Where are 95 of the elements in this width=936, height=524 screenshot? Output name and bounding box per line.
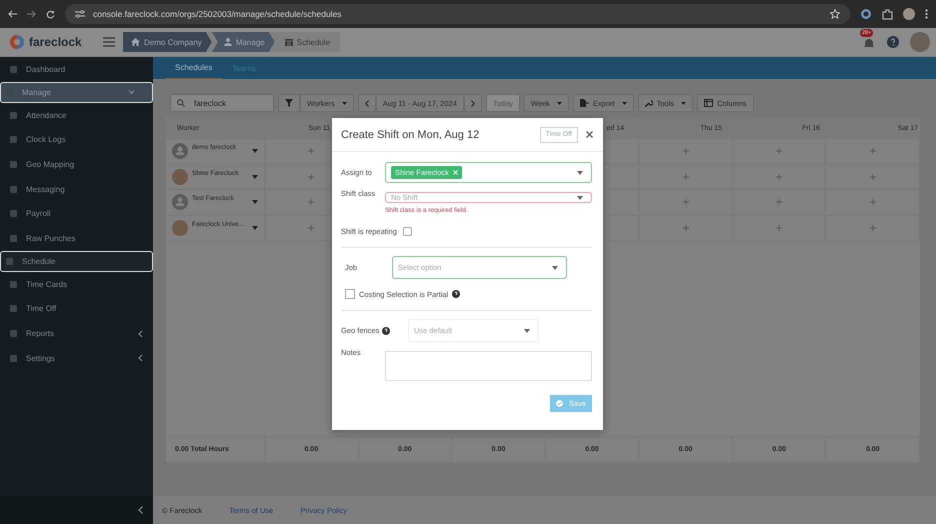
- square-icon: [10, 210, 17, 218]
- logo-icon: [9, 34, 25, 50]
- caret-icon[interactable]: [252, 226, 258, 230]
- add-icon[interactable]: [682, 174, 689, 180]
- sidebar-item[interactable]: Payroll: [0, 201, 153, 226]
- search-icon: [177, 99, 185, 107]
- help-icon[interactable]: [452, 290, 460, 298]
- chevron-left-icon: [364, 100, 369, 106]
- profile-avatar[interactable]: [903, 8, 915, 20]
- previous-week-button[interactable]: [358, 94, 376, 112]
- reload-icon[interactable]: [46, 10, 55, 18]
- notes-field[interactable]: [385, 351, 592, 381]
- avatar[interactable]: [910, 32, 930, 52]
- help-icon[interactable]: [382, 326, 390, 334]
- caret-icon: [681, 102, 686, 104]
- caret-icon: [622, 102, 627, 104]
- sidebar-item[interactable]: Attendance: [0, 102, 153, 128]
- filter-icon: [285, 99, 293, 107]
- chevron-right-icon: [470, 100, 475, 106]
- search-field[interactable]: fareclock: [170, 94, 274, 112]
- sidebar-item[interactable]: Messaging: [0, 176, 153, 202]
- sidebar-item[interactable]: Settings: [0, 346, 153, 371]
- remove-icon[interactable]: [452, 170, 458, 175]
- square-icon: [10, 112, 17, 119]
- add-icon[interactable]: [682, 224, 689, 231]
- home-icon: [131, 38, 140, 46]
- check-circle-icon: [556, 399, 563, 408]
- square-icon: [10, 234, 17, 242]
- caret-icon[interactable]: [252, 200, 258, 204]
- add-icon[interactable]: [776, 224, 782, 231]
- filter-button[interactable]: [278, 94, 300, 112]
- add-icon[interactable]: [776, 174, 782, 180]
- add-icon[interactable]: [776, 199, 782, 206]
- sidebar-item[interactable]: Time Cards: [0, 272, 153, 296]
- forward-icon[interactable]: [27, 10, 36, 18]
- caret-icon: [556, 102, 562, 104]
- star-icon[interactable]: [830, 9, 840, 19]
- checkbox[interactable]: [402, 227, 412, 236]
- caret-icon[interactable]: [252, 149, 258, 154]
- add-icon[interactable]: [776, 148, 782, 154]
- close-icon[interactable]: [586, 131, 593, 138]
- menu-icon[interactable]: [103, 37, 115, 47]
- add-icon[interactable]: [870, 174, 876, 180]
- caret-icon[interactable]: [577, 196, 583, 200]
- sidebar-item[interactable]: Clock Logs: [0, 127, 153, 152]
- notification-bell-icon[interactable]: [863, 37, 875, 49]
- user-icon: [224, 38, 232, 46]
- add-icon[interactable]: [308, 199, 314, 206]
- add-icon[interactable]: [682, 148, 689, 154]
- caret-icon: [342, 102, 347, 104]
- caret-icon[interactable]: [577, 170, 583, 174]
- square-icon: [10, 305, 17, 312]
- columns-icon: [704, 99, 714, 107]
- add-icon[interactable]: [308, 148, 314, 154]
- breadcrumb[interactable]: Manage: [212, 32, 275, 52]
- breadcrumb[interactable]: Schedule: [274, 32, 340, 52]
- square-icon: [10, 354, 17, 362]
- back-icon[interactable]: [8, 10, 17, 18]
- kebab-menu-icon[interactable]: [925, 9, 928, 19]
- sidebar-item[interactable]: Dashboard: [0, 57, 153, 82]
- wrench-icon: [644, 99, 653, 107]
- sidebar-item[interactable]: Schedule: [0, 250, 153, 272]
- add-icon[interactable]: [682, 199, 689, 206]
- sidebar-item[interactable]: Geo Mapping: [0, 152, 153, 177]
- sidebar-item[interactable]: Manage: [0, 82, 153, 103]
- extension-icon[interactable]: [860, 8, 872, 20]
- add-icon[interactable]: [870, 148, 876, 154]
- export-icon: [580, 99, 589, 107]
- breadcrumb[interactable]: Demo Company: [123, 32, 212, 52]
- address-bar[interactable]: console.fareclock.com/orgs/2502003/manage/schedule/schedules: [65, 4, 850, 24]
- add-icon[interactable]: [870, 199, 876, 206]
- calendar-icon: [284, 38, 293, 46]
- square-icon: [10, 136, 17, 144]
- sidebar-item[interactable]: Raw Punches: [0, 226, 153, 251]
- square-icon: [10, 160, 17, 168]
- square-icon: [10, 280, 17, 288]
- checkbox[interactable]: [345, 289, 355, 299]
- caret-icon[interactable]: [524, 328, 530, 332]
- add-icon[interactable]: [870, 224, 876, 231]
- add-icon[interactable]: [308, 174, 314, 180]
- add-icon[interactable]: [308, 224, 314, 231]
- chevron-left-icon[interactable]: [138, 506, 143, 514]
- logo-text: fareclock: [29, 35, 82, 49]
- square-icon: [10, 66, 17, 73]
- caret-icon[interactable]: [252, 174, 258, 179]
- square-icon: [10, 330, 17, 338]
- sidebar-item[interactable]: Reports: [0, 321, 153, 346]
- dialog-title: Create Shift on Mon, Aug 12: [341, 128, 480, 140]
- caret-icon[interactable]: [552, 266, 558, 270]
- sidebar-item[interactable]: Time Off: [0, 296, 153, 322]
- square-icon: [10, 186, 17, 193]
- square-icon: [6, 258, 13, 265]
- site-settings-icon: [75, 10, 85, 18]
- tab[interactable]: Schedules: [165, 57, 222, 79]
- next-week-button[interactable]: [464, 94, 482, 112]
